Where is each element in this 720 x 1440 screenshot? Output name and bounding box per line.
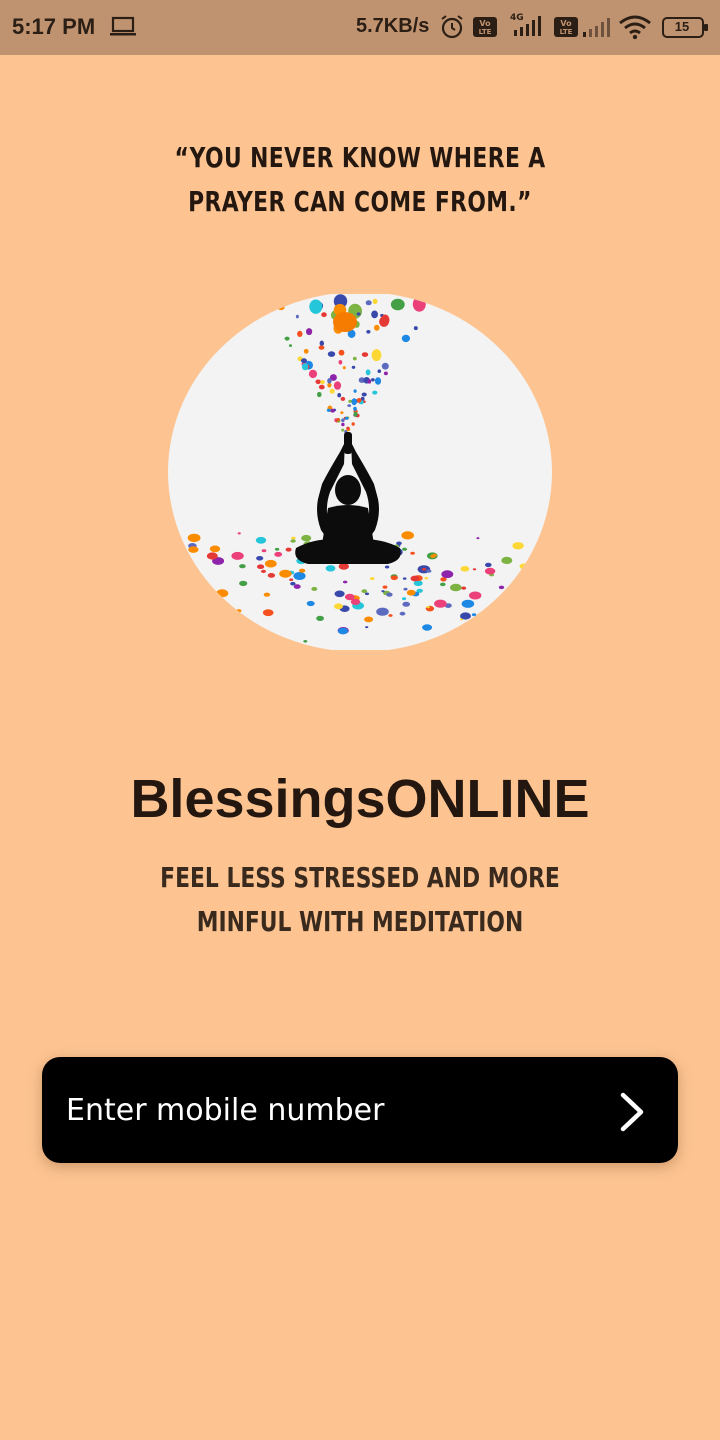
wifi-icon — [618, 14, 652, 45]
signal-icon — [582, 16, 612, 43]
app-name: BlessingsONLINE — [130, 769, 590, 829]
svg-text:LTE: LTE — [479, 28, 492, 36]
next-button[interactable] — [608, 1087, 658, 1137]
signal-icon: 4G — [506, 12, 546, 43]
status-bar: 5:17 PM 5.7KB/s Vo LTE 4G Vo LTE 15 — [0, 0, 720, 55]
laptop-icon — [110, 16, 136, 43]
chevron-right-icon — [620, 1092, 644, 1132]
mobile-number-input[interactable] — [66, 1083, 586, 1137]
mobile-number-bar — [42, 1057, 678, 1163]
alarm-icon — [440, 14, 464, 45]
status-time: 5:17 PM — [12, 14, 96, 39]
battery-level: 15 — [674, 19, 690, 34]
volte-icon: Vo LTE — [554, 17, 578, 42]
svg-text:LTE: LTE — [560, 28, 573, 36]
volte-icon: Vo LTE — [473, 17, 497, 42]
network-speed: 5.7KB/s — [356, 15, 430, 37]
tagline: FEEL LESS STRESSED AND MORE MINFUL WITH … — [160, 861, 560, 938]
quote-text: “YOU NEVER KNOW WHERE A PRAYER CAN COME … — [174, 141, 546, 218]
svg-text:Vo: Vo — [560, 19, 572, 28]
meditation-illustration — [168, 294, 552, 650]
svg-text:Vo: Vo — [479, 19, 491, 28]
network-type-label: 4G — [510, 13, 524, 23]
